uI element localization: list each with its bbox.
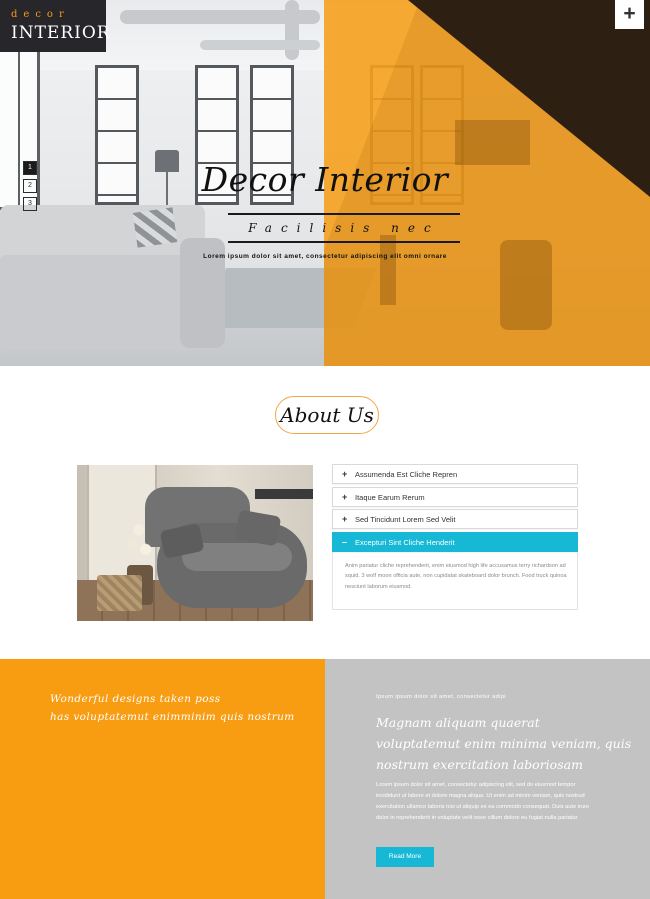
window bbox=[95, 65, 139, 205]
logo-big-text: INTERIOR bbox=[11, 23, 111, 43]
hero-divider-bottom bbox=[228, 241, 460, 243]
minus-icon: – bbox=[342, 536, 348, 547]
ceiling-duct-vertical bbox=[285, 0, 299, 60]
gray-panel-heading: Magnam aliquam quaerat voluptatemut enim… bbox=[376, 712, 631, 775]
plus-icon: + bbox=[342, 514, 348, 524]
heading-line: Magnam aliquam quaerat bbox=[376, 715, 540, 730]
slider-pagination: 1 2 3 bbox=[23, 161, 37, 215]
hero-subtitle: Facilisis nec bbox=[248, 221, 440, 235]
logo[interactable]: decor INTERIOR bbox=[0, 0, 111, 52]
hero-description: Lorem ipsum dolor sit amet, consectetur … bbox=[203, 253, 447, 260]
about-armchair-photo bbox=[77, 465, 313, 621]
slider-dot-3[interactable]: 3 bbox=[23, 197, 37, 211]
accordion-item[interactable]: + Sed Tincidunt Lorem Sed Velit bbox=[332, 509, 578, 529]
wall-tv bbox=[455, 120, 530, 165]
orange-panel-line: Wonderful designs taken poss bbox=[50, 693, 221, 705]
orange-panel-text: Wonderful designs taken poss has volupta… bbox=[50, 690, 295, 726]
about-accordion: + Assumenda Est Cliche Repren + Itaque Ear… bbox=[332, 464, 578, 610]
logo-small-text: decor bbox=[11, 9, 70, 20]
plus-icon: + bbox=[342, 491, 348, 502]
accordion-item-label: Assumenda Est Cliche Repren bbox=[355, 470, 458, 479]
lamp bbox=[155, 150, 179, 172]
dining-chair bbox=[500, 240, 552, 330]
ceiling-pipe bbox=[200, 40, 320, 50]
plus-icon: + bbox=[342, 469, 348, 479]
slider-dot-1[interactable]: 1 bbox=[23, 161, 37, 175]
about-title: About Us bbox=[275, 396, 379, 434]
accordion-item-label: Sed Tincidunt Lorem Sed Velit bbox=[355, 515, 456, 524]
orange-panel-line: has voluptatemut enimminim quis nostrum bbox=[50, 711, 295, 723]
read-more-button[interactable]: Read More bbox=[376, 847, 434, 867]
dining-chair bbox=[380, 235, 396, 305]
hero-divider-top bbox=[228, 213, 460, 215]
flowers bbox=[122, 513, 156, 569]
gray-panel-kicker: Ipsum ipsum dolor sit amet, consectetur … bbox=[376, 694, 506, 700]
gray-panel-body: Lorem ipsum dolor sit amet, consectetur … bbox=[376, 782, 590, 821]
slider-dot-2[interactable]: 2 bbox=[23, 179, 37, 193]
accordion-item[interactable]: + Assumenda Est Cliche Repren bbox=[332, 464, 578, 484]
hero-title: Decor Interior bbox=[201, 160, 449, 199]
hero-banner: decor INTERIOR + 1 2 3 Decor Interior Fa… bbox=[0, 0, 650, 366]
heading-line: voluptatemut enim minima veniam, quis bbox=[376, 736, 632, 751]
accordion-item-label: Itaque Earum Rerum bbox=[355, 492, 425, 502]
shelf bbox=[255, 489, 313, 499]
pillow bbox=[132, 207, 178, 248]
accordion-item-label: Excepturi Sint Cliche Henderit bbox=[355, 537, 455, 547]
accordion-panel: Anim pariatur cliche reprehenderit, enim… bbox=[332, 551, 578, 610]
accordion-item-open[interactable]: – Excepturi Sint Cliche Henderit bbox=[332, 531, 578, 552]
heading-line: nostrum exercitation laboriosam bbox=[376, 757, 583, 772]
accordion-item[interactable]: + Itaque Earum Rerum bbox=[332, 486, 578, 507]
basket bbox=[97, 575, 142, 611]
menu-plus-button[interactable]: + bbox=[615, 0, 644, 29]
